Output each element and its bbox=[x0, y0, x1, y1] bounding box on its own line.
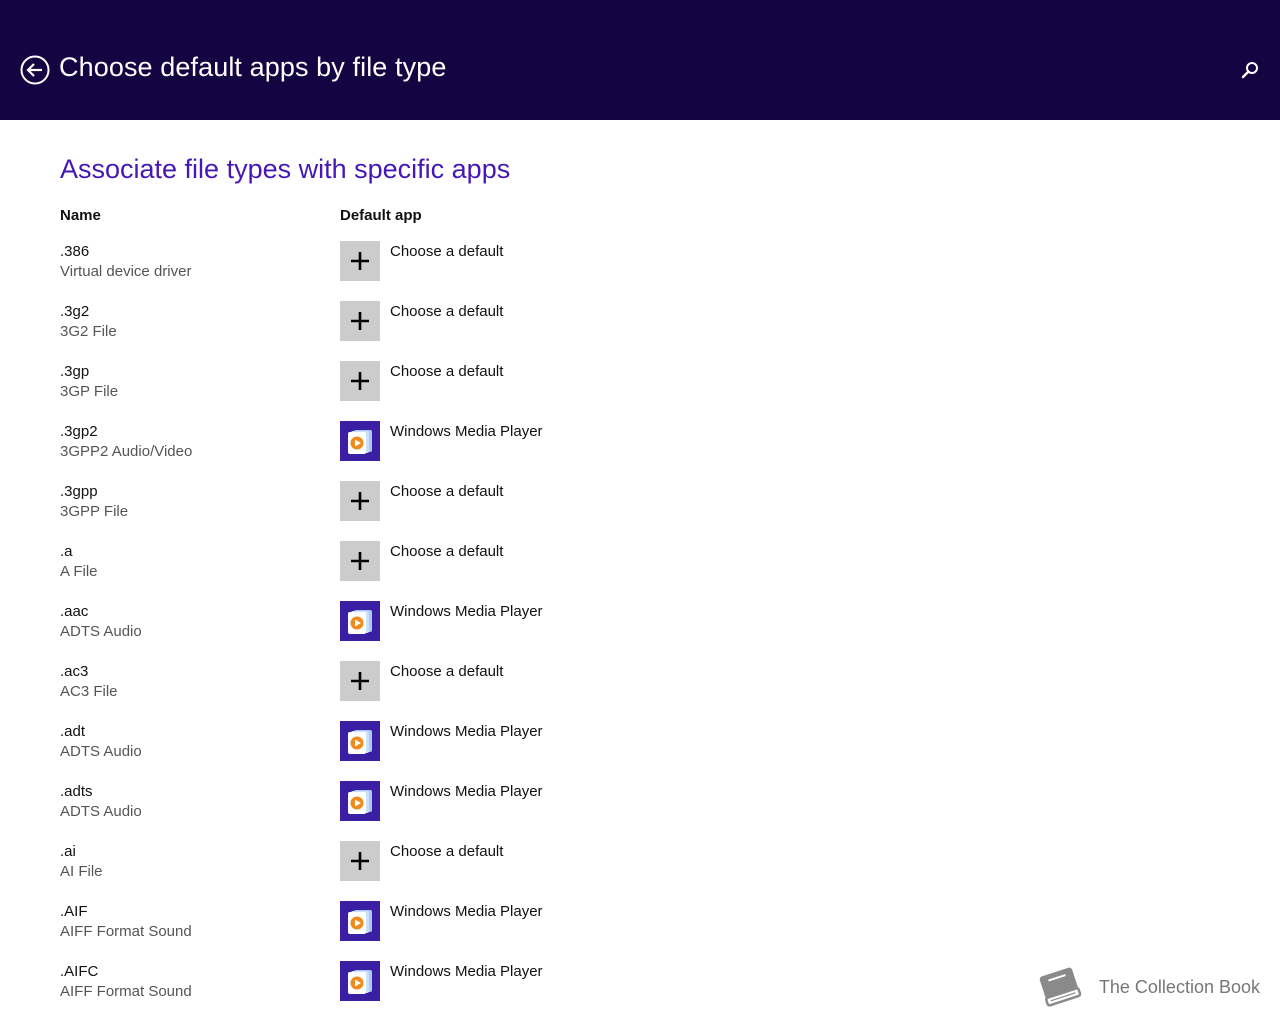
table-row: .ai AI File Choose a default bbox=[60, 841, 760, 901]
file-extension: .AIFC bbox=[60, 963, 99, 980]
choose-default-button[interactable] bbox=[340, 361, 380, 401]
default-app-label[interactable]: Windows Media Player bbox=[390, 423, 543, 440]
watermark-text: The Collection Book bbox=[1098, 976, 1260, 997]
file-extension: .ai bbox=[60, 843, 76, 860]
choose-default-button[interactable] bbox=[340, 301, 380, 341]
table-row: .ac3 AC3 File Choose a default bbox=[60, 661, 760, 721]
file-type-description: AIFF Format Sound bbox=[60, 923, 192, 940]
file-extension: .adts bbox=[60, 783, 93, 800]
table-row: .a A File Choose a default bbox=[60, 541, 760, 601]
choose-default-button[interactable] bbox=[340, 661, 380, 701]
default-app-label[interactable]: Windows Media Player bbox=[390, 963, 543, 980]
table-row: .386 Virtual device driver Choose a defaul… bbox=[60, 241, 760, 301]
default-app-tile[interactable] bbox=[340, 781, 380, 821]
windows-media-player-icon bbox=[348, 790, 372, 814]
plus-icon bbox=[351, 372, 369, 390]
choose-default-button[interactable] bbox=[340, 841, 380, 881]
section-title: Associate file types with specific apps bbox=[60, 154, 511, 184]
file-extension: .AIF bbox=[60, 903, 88, 920]
default-app-label[interactable]: Choose a default bbox=[390, 243, 503, 260]
file-type-description: Virtual device driver bbox=[60, 263, 192, 280]
table-row: .AIFC AIFF Format Sound Windows Media Play… bbox=[60, 961, 760, 1021]
plus-icon bbox=[351, 312, 369, 330]
back-button[interactable] bbox=[20, 55, 50, 85]
file-extension: .adt bbox=[60, 723, 86, 740]
file-type-description: ADTS Audio bbox=[60, 743, 142, 760]
file-extension: .3gpp bbox=[60, 483, 98, 500]
header-bar: Choose default apps by file type bbox=[0, 0, 1280, 120]
default-app-tile[interactable] bbox=[340, 901, 380, 941]
file-type-description: A File bbox=[60, 563, 98, 580]
default-app-label[interactable]: Windows Media Player bbox=[390, 723, 543, 740]
page-title: Choose default apps by file type bbox=[59, 52, 447, 82]
default-app-label[interactable]: Windows Media Player bbox=[390, 603, 543, 620]
plus-icon bbox=[351, 492, 369, 510]
windows-media-player-icon bbox=[348, 970, 372, 994]
file-type-description: AC3 File bbox=[60, 683, 118, 700]
windows-media-player-icon bbox=[348, 730, 372, 754]
plus-icon bbox=[351, 852, 369, 870]
default-app-label[interactable]: Choose a default bbox=[390, 543, 503, 560]
file-type-description: ADTS Audio bbox=[60, 623, 142, 640]
windows-media-player-icon bbox=[348, 910, 372, 934]
search-icon bbox=[1241, 62, 1258, 79]
table-row: .3gp2 3GPP2 Audio/Video Windows Media Play… bbox=[60, 421, 760, 481]
file-extension: .aac bbox=[60, 603, 89, 620]
file-type-list: .386 Virtual device driver Choose a defaul… bbox=[60, 241, 760, 1021]
default-app-label[interactable]: Windows Media Player bbox=[390, 903, 543, 920]
default-app-label[interactable]: Choose a default bbox=[390, 843, 503, 860]
windows-media-player-icon bbox=[348, 430, 372, 454]
table-row: .aac ADTS Audio Windows Media Player bbox=[60, 601, 760, 661]
table-row: .3gpp 3GPP File Choose a default bbox=[60, 481, 760, 541]
table-row: .adt ADTS Audio Windows Media Player bbox=[60, 721, 760, 781]
file-type-description: 3GPP2 Audio/Video bbox=[60, 443, 193, 460]
table-row: .AIF AIFF Format Sound Windows Media Playe… bbox=[60, 901, 760, 961]
file-type-description: ADTS Audio bbox=[60, 803, 142, 820]
choose-default-button[interactable] bbox=[340, 481, 380, 521]
file-extension: .3gp bbox=[60, 363, 90, 380]
file-extension: .386 bbox=[60, 243, 90, 260]
column-header-default-app: Default app bbox=[340, 207, 422, 224]
default-app-label[interactable]: Windows Media Player bbox=[390, 783, 543, 800]
table-row: .3gp 3GP File Choose a default bbox=[60, 361, 760, 421]
choose-default-button[interactable] bbox=[340, 541, 380, 581]
default-app-tile[interactable] bbox=[340, 421, 380, 461]
file-extension: .3gp2 bbox=[60, 423, 98, 440]
column-header-name: Name bbox=[60, 207, 101, 224]
default-app-tile[interactable] bbox=[340, 721, 380, 761]
plus-icon bbox=[351, 252, 369, 270]
file-extension: .3g2 bbox=[60, 303, 90, 320]
back-arrow-icon bbox=[20, 55, 50, 85]
table-row: .3g2 3G2 File Choose a default bbox=[60, 301, 760, 361]
file-type-description: 3GPP File bbox=[60, 503, 129, 520]
watermark: The Collection Book bbox=[1033, 962, 1260, 1012]
plus-icon bbox=[351, 672, 369, 690]
search-button[interactable] bbox=[1240, 60, 1260, 80]
file-type-description: AI File bbox=[60, 863, 103, 880]
default-app-label[interactable]: Choose a default bbox=[390, 663, 503, 680]
choose-default-button[interactable] bbox=[340, 241, 380, 281]
default-app-tile[interactable] bbox=[340, 601, 380, 641]
default-app-label[interactable]: Choose a default bbox=[390, 363, 503, 380]
file-type-description: 3G2 File bbox=[60, 323, 117, 340]
book-icon bbox=[1033, 963, 1089, 1011]
table-row: .adts ADTS Audio Windows Media Player bbox=[60, 781, 760, 841]
default-app-tile[interactable] bbox=[340, 961, 380, 1001]
default-app-label[interactable]: Choose a default bbox=[390, 303, 503, 320]
plus-icon bbox=[351, 552, 369, 570]
file-type-description: AIFF Format Sound bbox=[60, 983, 192, 1000]
file-extension: .a bbox=[60, 543, 73, 560]
file-type-description: 3GP File bbox=[60, 383, 119, 400]
file-extension: .ac3 bbox=[60, 663, 89, 680]
default-app-label[interactable]: Choose a default bbox=[390, 483, 503, 500]
windows-media-player-icon bbox=[348, 610, 372, 634]
